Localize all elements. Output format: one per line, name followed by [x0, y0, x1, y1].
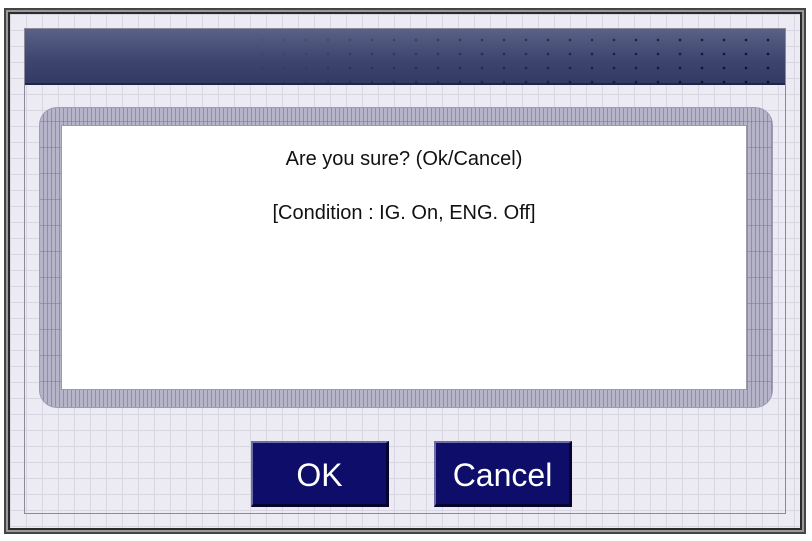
condition-text: [Condition : IG. On, ENG. Off] — [272, 202, 536, 224]
cancel-button[interactable]: Cancel — [434, 441, 572, 507]
title-bar-divider — [25, 83, 785, 85]
confirm-dialog: Are you sure? (Ok/Cancel) [Condition : I… — [8, 12, 802, 530]
message-frame: Are you sure? (Ok/Cancel) [Condition : I… — [39, 107, 773, 408]
message-box: Are you sure? (Ok/Cancel) [Condition : I… — [61, 125, 747, 390]
dialog-inner-panel: Are you sure? (Ok/Cancel) [Condition : I… — [24, 28, 786, 514]
dialog-title-bar — [25, 29, 785, 85]
confirm-question: Are you sure? (Ok/Cancel) — [285, 148, 523, 170]
ok-button[interactable]: OK — [251, 441, 389, 507]
